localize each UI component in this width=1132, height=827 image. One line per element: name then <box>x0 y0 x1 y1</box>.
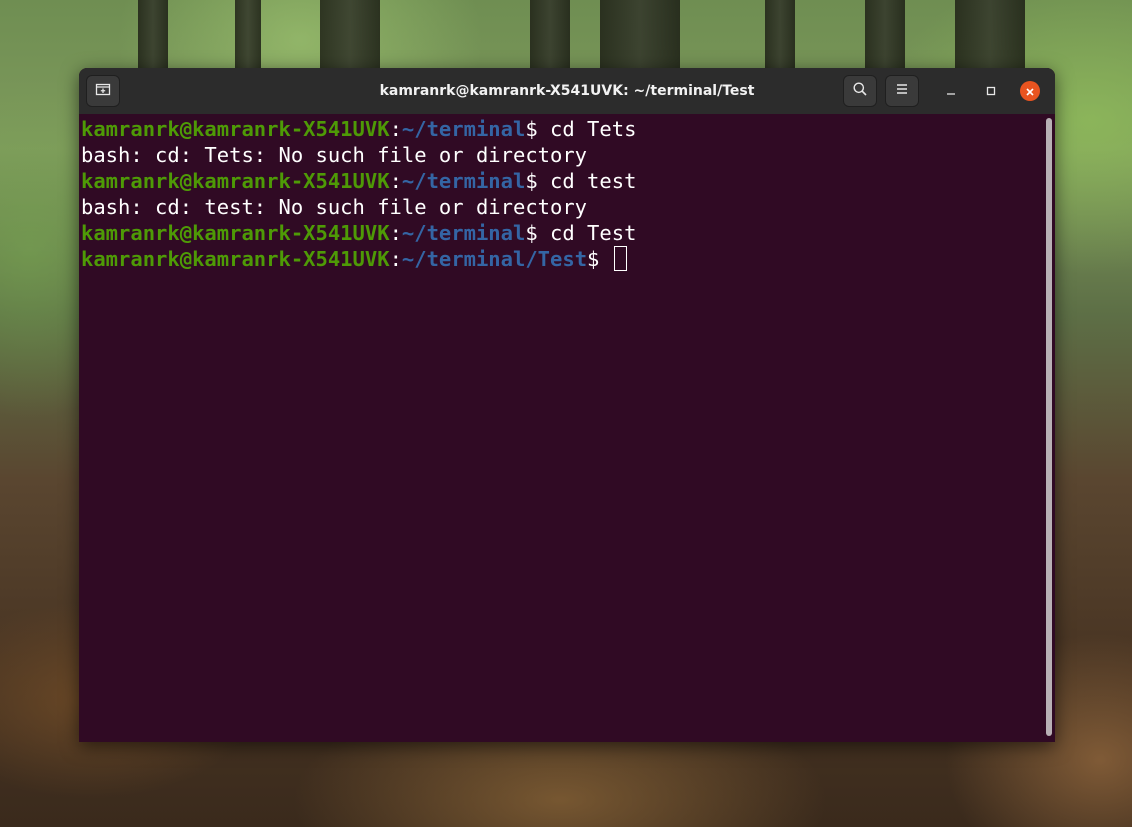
prompt-path: ~/terminal <box>401 169 526 193</box>
terminal-line: bash: cd: Tets: No such file or director… <box>81 142 1055 168</box>
terminal-line: kamranrk@kamranrk-X541UVK:~/terminal$ cd… <box>81 168 1055 194</box>
wallpaper-tree <box>320 0 380 70</box>
prompt-symbol: $ <box>525 221 551 245</box>
terminal-output-area[interactable]: kamranrk@kamranrk-X541UVK:~/terminal$ cd… <box>79 114 1055 742</box>
window-titlebar[interactable]: kamranrk@kamranrk-X541UVK: ~/terminal/Te… <box>79 68 1055 114</box>
wallpaper-tree <box>865 0 905 70</box>
text-cursor <box>613 246 627 271</box>
close-icon <box>1025 82 1035 101</box>
close-button[interactable] <box>1020 81 1040 101</box>
prompt-path: ~/terminal/Test <box>401 247 588 271</box>
search-icon <box>852 81 868 101</box>
wallpaper-tree <box>530 0 570 70</box>
prompt-user-host: kamranrk@kamranrk-X541UVK <box>81 221 390 245</box>
command-text: cd test <box>550 169 637 193</box>
terminal-line: kamranrk@kamranrk-X541UVK:~/terminal/Tes… <box>81 246 1055 272</box>
terminal-line: kamranrk@kamranrk-X541UVK:~/terminal$ cd… <box>81 220 1055 246</box>
wallpaper-tree <box>235 0 261 70</box>
prompt-symbol: $ <box>525 117 551 141</box>
command-text: cd Tets <box>550 117 637 141</box>
search-button[interactable] <box>843 75 877 107</box>
new-tab-icon <box>95 81 111 101</box>
prompt-colon: : <box>389 117 402 141</box>
prompt-user-host: kamranrk@kamranrk-X541UVK <box>81 247 390 271</box>
prompt-colon: : <box>389 169 402 193</box>
wallpaper-tree <box>765 0 795 70</box>
terminal-line: bash: cd: test: No such file or director… <box>81 194 1055 220</box>
prompt-symbol: $ <box>587 247 612 271</box>
wallpaper-tree <box>138 0 168 70</box>
prompt-path: ~/terminal <box>401 221 526 245</box>
prompt-colon: : <box>389 247 402 271</box>
command-text: cd Test <box>550 221 637 245</box>
prompt-user-host: kamranrk@kamranrk-X541UVK <box>81 117 390 141</box>
vertical-scrollbar[interactable] <box>1046 118 1052 736</box>
terminal-window[interactable]: kamranrk@kamranrk-X541UVK: ~/terminal/Te… <box>79 68 1055 742</box>
command-output: bash: cd: Tets: No such file or director… <box>81 143 588 167</box>
prompt-user-host: kamranrk@kamranrk-X541UVK <box>81 169 390 193</box>
new-tab-button[interactable] <box>86 75 120 107</box>
wallpaper-tree <box>955 0 1025 70</box>
terminal-line: kamranrk@kamranrk-X541UVK:~/terminal$ cd… <box>81 116 1055 142</box>
maximize-icon <box>985 82 997 101</box>
hamburger-menu-icon <box>894 81 910 101</box>
menu-button[interactable] <box>885 75 919 107</box>
prompt-colon: : <box>389 221 402 245</box>
prompt-symbol: $ <box>525 169 551 193</box>
minimize-icon <box>945 82 957 101</box>
prompt-path: ~/terminal <box>401 117 526 141</box>
minimize-button[interactable] <box>941 81 961 101</box>
maximize-button[interactable] <box>981 81 1001 101</box>
command-output: bash: cd: test: No such file or director… <box>81 195 588 219</box>
wallpaper-tree <box>600 0 680 70</box>
